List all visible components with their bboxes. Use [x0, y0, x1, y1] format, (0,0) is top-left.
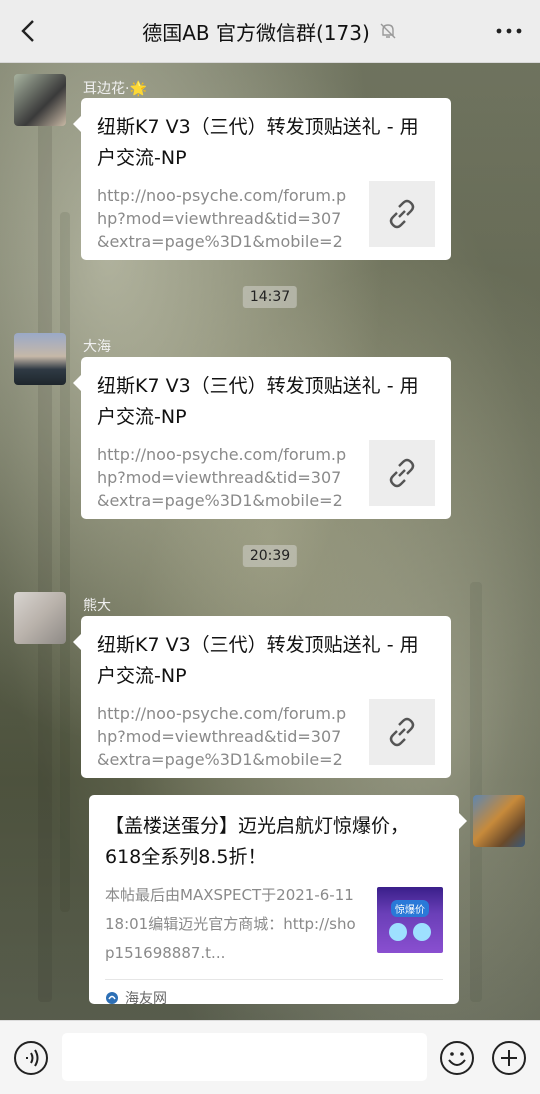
- plus-icon[interactable]: [491, 1040, 527, 1076]
- chat-header: 德国AB 官方微信群(173): [0, 0, 540, 63]
- back-chevron-icon[interactable]: [14, 16, 44, 46]
- link-card-desc: http://noo-psyche.com/forum.php?mod=view…: [97, 186, 347, 251]
- source-logo-icon: [106, 992, 118, 1004]
- card-source-row: 海友网: [105, 979, 443, 1008]
- message-input[interactable]: [62, 1033, 427, 1081]
- input-bar: [0, 1020, 540, 1094]
- promo-thumb-label: 惊爆价: [391, 899, 429, 917]
- link-card-thumb: [369, 440, 435, 506]
- background-streak: [60, 212, 70, 912]
- link-card-title: 纽斯K7 V3（三代）转发顶贴送礼 - 用户交流-NP: [97, 116, 419, 169]
- self-link-card-desc: 本帖最后由MAXSPECT于2021-6-1118:01编辑迈光官方商城：htt…: [105, 886, 356, 962]
- link-card-message[interactable]: 纽斯K7 V3（三代）转发顶贴送礼 - 用户交流-NP http://noo-p…: [73, 357, 451, 519]
- sender-name: 耳边花·🌟: [83, 81, 147, 97]
- chat-title-text: 德国AB 官方微信群(173): [142, 20, 370, 45]
- link-card-message[interactable]: 纽斯K7 V3（三代）转发顶贴送礼 - 用户交流-NP http://noo-p…: [73, 616, 451, 778]
- link-card-thumb: [369, 699, 435, 765]
- avatar[interactable]: [14, 333, 66, 385]
- self-link-card-title: 【盖楼送蛋分】迈光启航灯惊爆价，618全系列8.5折！: [105, 815, 410, 868]
- bell-muted-icon: [380, 23, 396, 39]
- avatar[interactable]: [14, 592, 66, 644]
- more-dots-icon[interactable]: [494, 18, 524, 44]
- promo-lamp-icon: [413, 922, 431, 941]
- avatar[interactable]: [14, 74, 66, 126]
- chat-title: 德国AB 官方微信群(173): [142, 17, 398, 46]
- sender-name: 熊大: [83, 598, 111, 614]
- link-icon: [389, 458, 415, 488]
- self-avatar[interactable]: [473, 795, 525, 847]
- background-streak: [470, 582, 482, 1002]
- sender-name: 大海: [83, 339, 111, 355]
- card-source: 海友网: [105, 988, 443, 1008]
- emoji-icon[interactable]: [439, 1040, 475, 1076]
- card-source-name: 海友网: [125, 991, 167, 1007]
- link-card-title: 纽斯K7 V3（三代）转发顶贴送礼 - 用户交流-NP: [97, 375, 419, 428]
- timestamp: 20:39: [242, 545, 298, 567]
- promo-thumb-icons: [389, 922, 431, 941]
- link-card-desc: http://noo-psyche.com/forum.php?mod=view…: [97, 704, 347, 769]
- link-card-title: 纽斯K7 V3（三代）转发顶贴送礼 - 用户交流-NP: [97, 634, 419, 687]
- background-streak: [38, 122, 52, 1002]
- link-icon: [389, 717, 415, 747]
- link-icon: [389, 199, 415, 229]
- voice-icon[interactable]: [13, 1040, 49, 1076]
- promo-lamp-icon: [389, 922, 407, 941]
- timestamp: 14:37: [242, 286, 298, 308]
- self-link-card-message[interactable]: 【盖楼送蛋分】迈光启航灯惊爆价，618全系列8.5折！ 本帖最后由MAXSPEC…: [89, 795, 467, 1007]
- link-card-message[interactable]: 纽斯K7 V3（三代）转发顶贴送礼 - 用户交流-NP http://noo-p…: [73, 98, 451, 260]
- link-card-thumb: [369, 181, 435, 247]
- link-card-desc: http://noo-psyche.com/forum.php?mod=view…: [97, 445, 347, 510]
- promo-thumbnail: 惊爆价: [377, 887, 443, 953]
